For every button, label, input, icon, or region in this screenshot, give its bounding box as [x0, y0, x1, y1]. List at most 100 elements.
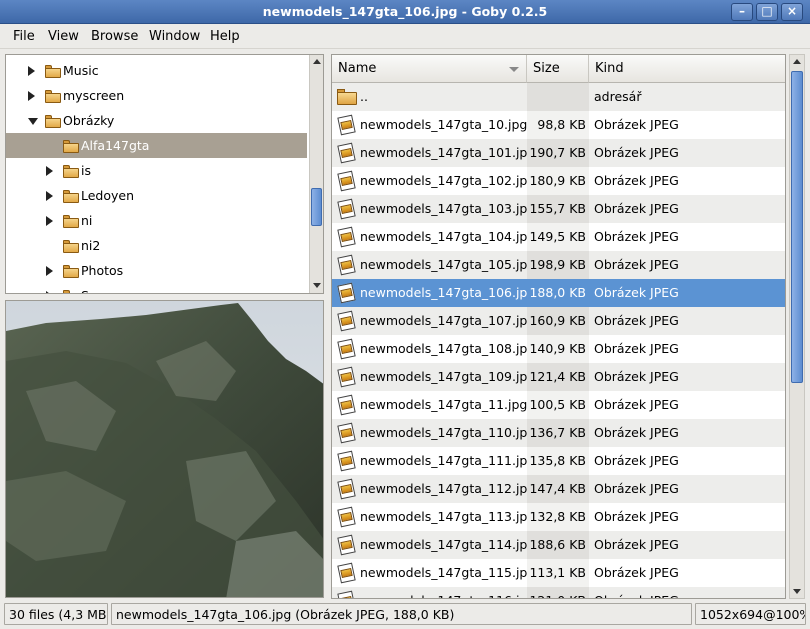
file-name: newmodels_147gta_106.jpg — [332, 279, 527, 307]
file-kind: Obrázek JPEG — [594, 509, 679, 524]
folder-icon — [63, 240, 79, 253]
file-name: newmodels_147gta_102.jpg — [332, 167, 527, 195]
file-name-text: newmodels_147gta_113.jpg — [360, 509, 527, 524]
file-row[interactable]: newmodels_147gta_115.jpg 113,1 KB Obrázek … — [332, 559, 785, 587]
expander-right-icon[interactable] — [46, 216, 53, 226]
file-row[interactable]: newmodels_147gta_102.jpg 180,9 KB Obrázek … — [332, 167, 785, 195]
filelist-scrollbar[interactable] — [789, 54, 805, 599]
file-row[interactable]: newmodels_147gta_103.jpg 155,7 KB Obrázek … — [332, 195, 785, 223]
tree-scrollbar[interactable] — [309, 55, 323, 293]
file-name-text: newmodels_147gta_116.jpg — [360, 593, 527, 598]
minimize-button[interactable]: – — [731, 3, 753, 21]
expander-right-icon[interactable] — [46, 291, 53, 293]
column-header-size[interactable]: Size — [527, 55, 589, 83]
tree-item[interactable]: Scrny — [6, 283, 307, 293]
expander-right-icon[interactable] — [46, 266, 53, 276]
expander-right-icon[interactable] — [28, 66, 35, 76]
file-name-text: newmodels_147gta_114.jpg — [360, 537, 527, 552]
file-row[interactable]: newmodels_147gta_105.jpg 198,9 KB Obrázek … — [332, 251, 785, 279]
image-file-icon — [337, 562, 356, 584]
file-name-text: newmodels_147gta_11.jpg — [360, 397, 527, 412]
file-size: 198,9 KB — [527, 251, 589, 279]
file-kind: Obrázek JPEG — [589, 279, 785, 307]
file-name-text: newmodels_147gta_102.jpg — [360, 173, 527, 188]
expander-right-icon[interactable] — [46, 191, 53, 201]
file-row[interactable]: newmodels_147gta_107.jpg 160,9 KB Obrázek … — [332, 307, 785, 335]
file-row[interactable]: newmodels_147gta_10.jpg 98,8 KB Obrázek JP… — [332, 111, 785, 139]
sort-desc-icon — [509, 67, 519, 72]
expander-right-icon[interactable] — [46, 166, 53, 176]
scroll-down-icon[interactable] — [313, 283, 321, 288]
menu-browse[interactable]: Browse — [91, 29, 138, 44]
folder-icon — [63, 290, 79, 293]
file-row[interactable]: newmodels_147gta_114.jpg 188,6 KB Obrázek … — [332, 531, 785, 559]
scroll-down-icon[interactable] — [793, 589, 801, 594]
file-kind: Obrázek JPEG — [589, 307, 785, 335]
file-kind: Obrázek JPEG — [589, 419, 785, 447]
file-kind: Obrázek JPEG — [589, 195, 785, 223]
column-header-name[interactable]: Name — [332, 55, 527, 83]
file-row[interactable]: newmodels_147gta_116.jpg121,0 KBObrázek … — [332, 587, 785, 598]
tree-item[interactable]: Music — [6, 58, 307, 83]
tree-item[interactable]: Obrázky — [6, 108, 307, 133]
file-row[interactable]: newmodels_147gta_109.jpg 121,4 KB Obrázek … — [332, 363, 785, 391]
filelist-scroll-thumb[interactable] — [791, 71, 803, 383]
tree-item[interactable]: Alfa147gta — [6, 133, 307, 158]
tree-item[interactable]: Ledoyen — [6, 183, 307, 208]
menu-help[interactable]: Help — [210, 29, 240, 44]
file-size: 132,8 KB — [527, 503, 589, 531]
file-size: 140,9 KB — [527, 335, 589, 363]
file-kind: Obrázek JPEG — [589, 475, 785, 503]
file-name-text: newmodels_147gta_103.jpg — [360, 201, 527, 216]
tree-item[interactable]: Photos — [6, 258, 307, 283]
file-row[interactable]: newmodels_147gta_110.jpg 136,7 KB Obrázek … — [332, 419, 785, 447]
file-size: 113,1 KB — [527, 559, 589, 587]
file-size: 98,8 KB — [527, 111, 589, 139]
tree-item[interactable]: ni2 — [6, 233, 307, 258]
tree-scroll-thumb[interactable] — [311, 188, 322, 226]
file-list[interactable]: Name Size Kind .. adresář newmodels_147gta… — [331, 54, 786, 599]
tree-item-label: ni2 — [81, 238, 101, 253]
file-row[interactable]: newmodels_147gta_11.jpg 100,5 KB Obrázek J… — [332, 391, 785, 419]
file-size: 160,9 KB — [527, 307, 589, 335]
scroll-up-icon[interactable] — [793, 59, 801, 64]
folder-icon — [63, 215, 79, 228]
tree-item[interactable]: myscreen — [6, 83, 307, 108]
file-kind: Obrázek JPEG — [594, 453, 679, 468]
file-row[interactable]: newmodels_147gta_111.jpg 135,8 KB Obrázek … — [332, 447, 785, 475]
image-file-icon — [337, 282, 356, 304]
file-row[interactable]: newmodels_147gta_106.jpg 188,0 KB Obrázek … — [332, 279, 785, 307]
menu-view[interactable]: View — [48, 29, 79, 44]
file-row[interactable]: newmodels_147gta_112.jpg 147,4 KB Obrázek … — [332, 475, 785, 503]
file-size: 121,4 KB — [527, 363, 589, 391]
file-kind: Obrázek JPEG — [594, 341, 679, 356]
tree-item[interactable]: ni — [6, 208, 307, 233]
title-bar[interactable]: newmodels_147gta_106.jpg - Goby 0.2.5 – … — [0, 0, 810, 24]
menu-window[interactable]: Window — [149, 29, 200, 44]
file-row[interactable]: newmodels_147gta_104.jpg 149,5 KB Obrázek … — [332, 223, 785, 251]
file-name: newmodels_147gta_105.jpg — [332, 251, 527, 279]
file-name: newmodels_147gta_111.jpg — [332, 447, 527, 475]
file-row[interactable]: newmodels_147gta_108.jpg 140,9 KB Obrázek … — [332, 335, 785, 363]
menu-file[interactable]: File — [13, 29, 35, 44]
status-dimensions: 1052x694@100% — [695, 603, 806, 625]
file-name-text: .. — [360, 89, 368, 104]
expander-right-icon[interactable] — [28, 91, 35, 101]
file-row[interactable]: newmodels_147gta_113.jpg 132,8 KB Obrázek … — [332, 503, 785, 531]
tree-item-label: Obrázky — [63, 113, 115, 128]
expander-down-icon[interactable] — [28, 118, 38, 125]
image-file-icon — [337, 142, 356, 164]
close-button[interactable]: × — [781, 3, 803, 21]
folder-tree[interactable]: Music myscreen Obrázky Alfa147gta is Ledoyen n… — [5, 54, 324, 294]
file-size: 136,7 KB — [527, 419, 589, 447]
file-kind: Obrázek JPEG — [594, 229, 679, 244]
maximize-button[interactable]: □ — [756, 3, 778, 21]
file-row[interactable]: newmodels_147gta_101.jpg 190,7 KB Obrázek … — [332, 139, 785, 167]
file-name: newmodels_147gta_108.jpg — [332, 335, 527, 363]
column-header-kind[interactable]: Kind — [589, 55, 785, 83]
status-file-count: 30 files (4,3 MB) — [4, 603, 108, 625]
scroll-up-icon[interactable] — [313, 59, 321, 64]
tree-item[interactable]: is — [6, 158, 307, 183]
file-row[interactable]: .. adresář — [332, 83, 785, 111]
image-file-icon — [337, 226, 356, 248]
